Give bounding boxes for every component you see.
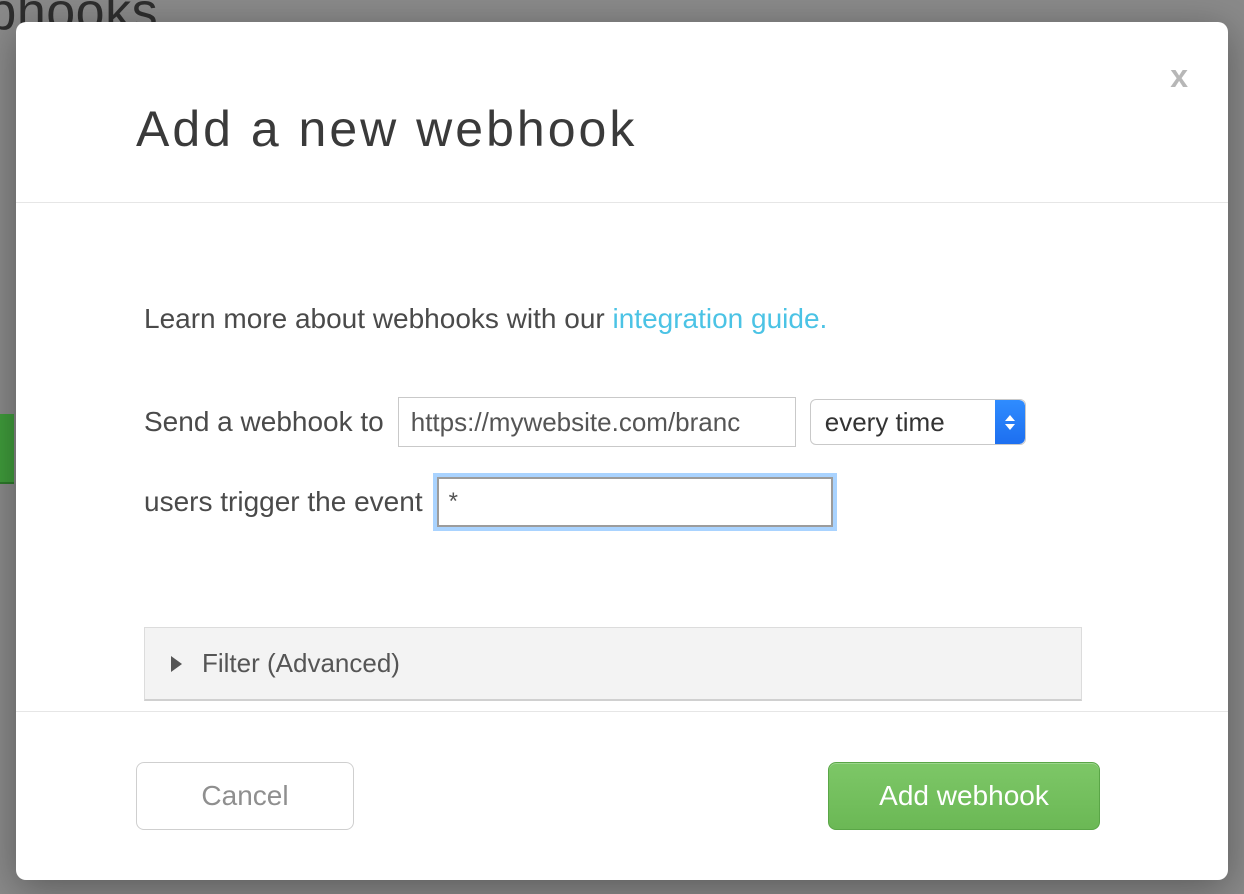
filter-advanced-toggle[interactable]: Filter (Advanced) bbox=[144, 627, 1082, 701]
filter-advanced-label: Filter (Advanced) bbox=[202, 648, 400, 679]
cancel-button[interactable]: Cancel bbox=[136, 762, 354, 830]
chevron-right-icon bbox=[171, 656, 182, 672]
intro-prefix: Learn more about webhooks with our bbox=[144, 303, 613, 334]
page-backdrop: ebhooks Add a new webhook x Learn more a… bbox=[0, 0, 1244, 894]
integration-guide-link[interactable]: integration guide. bbox=[613, 303, 828, 334]
modal-body: Learn more about webhooks with our integ… bbox=[16, 203, 1228, 711]
event-row: users trigger the event bbox=[144, 477, 1100, 527]
send-webhook-label: Send a webhook to bbox=[144, 406, 384, 438]
background-green-strip bbox=[0, 414, 14, 484]
webhook-url-input[interactable] bbox=[398, 397, 796, 447]
modal-footer: Cancel Add webhook bbox=[16, 711, 1228, 880]
select-stepper-icon bbox=[995, 400, 1025, 444]
modal-header: Add a new webhook x bbox=[16, 22, 1228, 203]
add-webhook-button[interactable]: Add webhook bbox=[828, 762, 1100, 830]
modal-title: Add a new webhook bbox=[136, 100, 1228, 158]
event-name-input[interactable] bbox=[437, 477, 833, 527]
intro-text: Learn more about webhooks with our integ… bbox=[144, 303, 1100, 335]
close-icon[interactable]: x bbox=[1170, 60, 1188, 92]
webhook-url-row: Send a webhook to every time bbox=[144, 397, 1100, 447]
trigger-event-label: users trigger the event bbox=[144, 486, 423, 518]
add-webhook-modal: Add a new webhook x Learn more about web… bbox=[16, 22, 1228, 880]
frequency-select[interactable]: every time bbox=[810, 399, 1026, 445]
frequency-selected-value: every time bbox=[825, 407, 945, 438]
